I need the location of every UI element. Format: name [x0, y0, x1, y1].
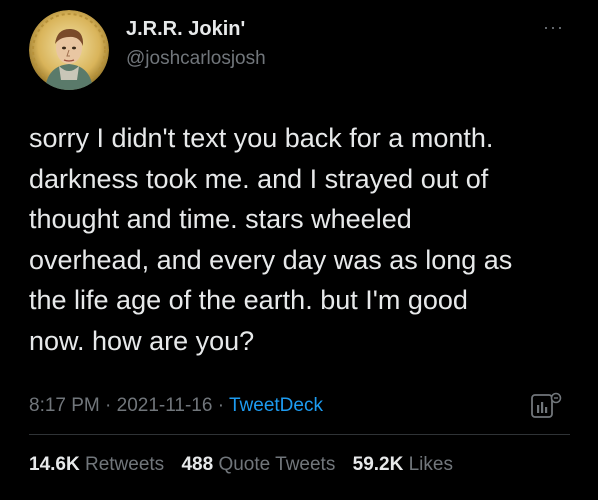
likes-label: Likes [408, 454, 453, 475]
avatar[interactable] [29, 10, 109, 90]
meta-separator: · [99, 395, 117, 416]
retweets-stat[interactable]: 14.6K Retweets [29, 454, 164, 475]
retweets-count: 14.6K [29, 454, 80, 475]
tweet-date[interactable]: 2021-11-16 [117, 395, 213, 416]
tweet-time[interactable]: 8:17 PM [29, 395, 100, 416]
quote-tweets-stat[interactable]: 488 Quote Tweets [181, 454, 335, 475]
author-display-name[interactable]: J.R.R. Jokin' [126, 18, 245, 41]
likes-stat[interactable]: 59.2K Likes [353, 454, 453, 475]
analytics-icon[interactable] [530, 391, 564, 421]
quote-tweets-label: Quote Tweets [218, 454, 336, 475]
tweet-meta: 8:17 PM · 2021-11-16 · TweetDeck [29, 395, 323, 417]
tweet-source-link[interactable]: TweetDeck [229, 395, 323, 416]
author-handle[interactable]: @joshcarlosjosh [126, 48, 266, 70]
more-options-icon[interactable]: ··· [543, 18, 564, 36]
divider [29, 434, 570, 435]
avatar-portrait-icon [29, 10, 109, 90]
engagement-stats: 14.6K Retweets 488 Quote Tweets 59.2K Li… [29, 454, 465, 476]
meta-separator: · [212, 395, 229, 416]
retweets-label: Retweets [84, 454, 165, 475]
quote-tweets-count: 488 [181, 454, 214, 475]
likes-count: 59.2K [352, 454, 404, 475]
tweet-text: sorry I didn't text you back for a month… [29, 123, 513, 356]
